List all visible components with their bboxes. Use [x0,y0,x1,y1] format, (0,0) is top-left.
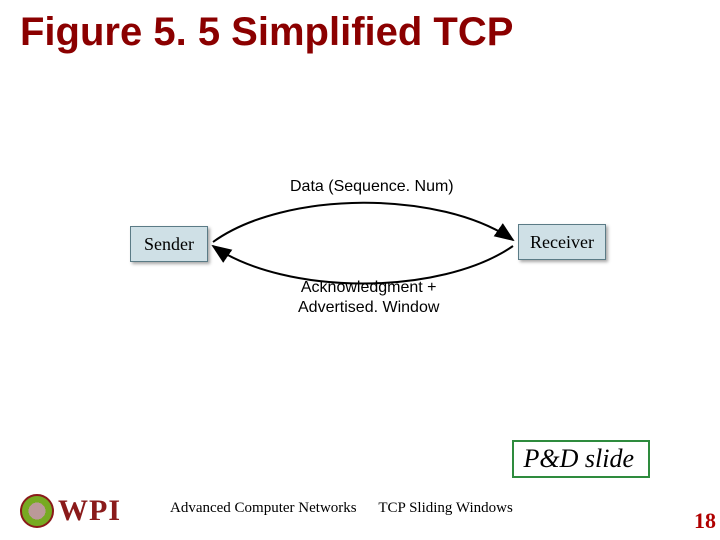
pnd-slide-box: P&D slide [512,440,651,478]
footer-topic: TCP Sliding Windows [378,500,512,516]
ack-label-line2: Advertised. Window [298,299,439,316]
wpi-wordmark: WPI [58,494,121,528]
slide: Figure 5. 5 Simplified TCP Sender Receiv… [0,0,720,540]
data-arrow [213,203,513,242]
footer-course: Advanced Computer Networks [170,500,357,516]
arrows [205,196,521,290]
ack-label-line1: Acknowledgment + [301,279,437,296]
wpi-seal-icon [20,494,54,528]
data-label: Data (Sequence. Num) [290,178,454,196]
sender-node: Sender [130,226,208,262]
ack-label: Acknowledgment + Advertised. Window [298,278,439,318]
wpi-logo: WPI [20,492,160,530]
page-number: 18 [694,508,716,534]
footer: Advanced Computer Networks TCP Sliding W… [170,500,513,517]
slide-title: Figure 5. 5 Simplified TCP [20,10,720,55]
receiver-node: Receiver [518,224,606,260]
tcp-diagram: Sender Receiver Data (Sequence. Num) Ack… [110,166,610,336]
